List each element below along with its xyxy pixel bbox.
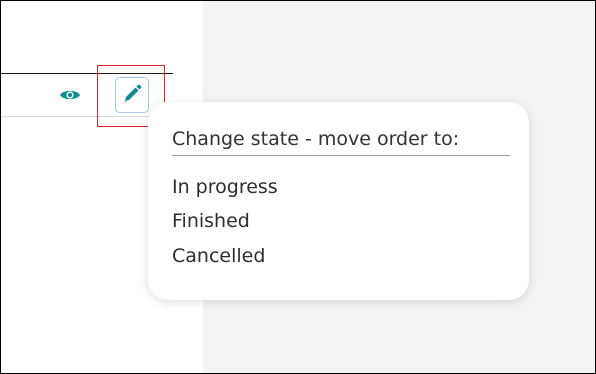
pencil-icon [121,83,143,108]
edit-state-button[interactable] [115,77,149,113]
menu-item-in-progress[interactable]: In progress [172,176,278,198]
screenshot-frame: Change state - move order to: In progres… [0,0,596,374]
popover-divider [172,155,510,156]
menu-item-finished[interactable]: Finished [172,210,250,232]
change-state-popover: Change state - move order to: In progres… [148,102,529,300]
menu-item-cancelled[interactable]: Cancelled [172,245,265,267]
popover-title: Change state - move order to: [172,128,460,150]
eye-icon[interactable] [59,87,81,101]
